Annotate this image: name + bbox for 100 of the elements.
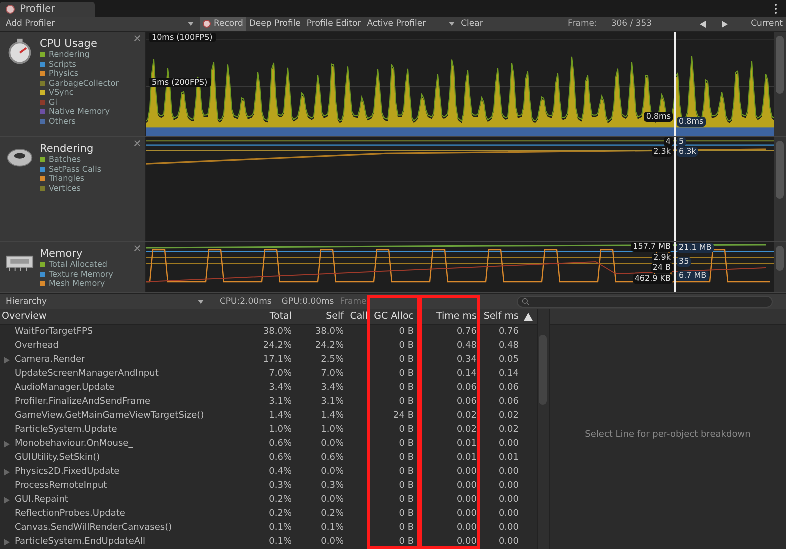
table-cell-text: 0.00 xyxy=(498,537,519,547)
detail-message: Select Line for per-object breakdown xyxy=(584,430,752,440)
function-name-cell[interactable]: ProcessRemoteInput xyxy=(0,481,245,491)
function-name-cell[interactable]: Camera.Render xyxy=(0,355,245,365)
expand-arrow-icon[interactable] xyxy=(4,496,10,504)
function-name-cell[interactable]: AudioManager.Update xyxy=(0,383,245,393)
search-field[interactable] xyxy=(516,296,773,308)
graph-readout: 2.3k xyxy=(652,147,673,157)
toolbar-button[interactable]: Deep Profile xyxy=(246,17,304,31)
scrollbar[interactable] xyxy=(774,32,786,136)
table-cell-text: 0.00 xyxy=(498,481,519,491)
function-name-cell[interactable]: WaitForTargetFPS xyxy=(0,327,245,337)
table-cell-text: 0.6% xyxy=(268,453,292,463)
table-cell-text: 0.0% xyxy=(320,495,344,505)
toolbar-button[interactable]: Profile Editor xyxy=(304,17,364,31)
table-cell-text: 0.1% xyxy=(268,523,292,533)
table-cell-text: 1.0% xyxy=(320,425,344,435)
sort-arrow-icon[interactable] xyxy=(524,312,533,320)
expand-arrow-icon[interactable] xyxy=(4,356,10,364)
table-cell-text: 0 B xyxy=(398,327,415,337)
table-cell-text: 1.0% xyxy=(268,425,292,435)
toolbar-button[interactable]: Clear xyxy=(458,17,486,31)
function-name-cell[interactable]: ParticleSystem.EndUpdateAll xyxy=(0,537,245,547)
graph-readout: 4 xyxy=(664,137,673,147)
legend-label: Gi xyxy=(49,98,58,107)
function-name-cell[interactable]: Profiler.FinalizeAndSendFrame xyxy=(0,397,245,407)
caret-icon xyxy=(188,22,194,26)
module-panel[interactable]: CPU Usage Rendering Scripts Physics GarbageCollector VSync Gi Native Memory Others xyxy=(0,32,146,136)
table-cell-text: 24 B xyxy=(392,411,415,421)
legend-label: Triangles xyxy=(49,174,85,184)
column-header[interactable]: Time ms xyxy=(419,311,477,322)
hierarchy-dropdown[interactable]: Hierarchy xyxy=(0,296,210,306)
column-header[interactable]: Total xyxy=(245,311,292,322)
legend-label: Vertices xyxy=(49,184,81,193)
function-name-cell[interactable]: Physics2D.FixedUpdate xyxy=(0,467,245,477)
table-cell-text: 0.1% xyxy=(268,537,292,547)
add-profiler-dropdown[interactable]: Add Profiler xyxy=(0,19,200,29)
frame-counter: 306 / 353 xyxy=(611,19,652,29)
table-cell-text: 0.02 xyxy=(456,411,477,421)
graph-readout: 2.9k xyxy=(652,252,673,262)
function-name-cell[interactable]: GUIUtility.SetSkin() xyxy=(0,453,245,463)
function-name-cell[interactable]: UpdateScreenManagerAndInput xyxy=(0,369,245,379)
table-cell-text: 38.0% xyxy=(314,327,344,337)
next-frame-icon[interactable] xyxy=(722,20,728,28)
table-cell-text: 0.2% xyxy=(320,509,344,519)
table-cell-text: 0.00 xyxy=(456,495,477,505)
close-icon[interactable] xyxy=(134,35,141,42)
function-name-cell[interactable]: Monobehaviour.OnMouse_ xyxy=(0,439,245,449)
scrollbar[interactable] xyxy=(774,137,786,241)
column-header[interactable]: Self ms xyxy=(477,311,519,322)
expand-arrow-icon[interactable] xyxy=(4,440,10,448)
column-header[interactable]: Self xyxy=(292,311,344,322)
column-header[interactable]: Call xyxy=(344,311,368,322)
table-cell-text: 3.1% xyxy=(320,397,344,407)
caret-icon xyxy=(449,22,456,26)
function-name-cell[interactable]: ParticleSystem.Update xyxy=(0,425,245,435)
window-menu-icon[interactable] xyxy=(774,3,778,15)
legend-label: Native Memory xyxy=(49,107,110,116)
module-panel[interactable]: Memory Total Allocated Texture Memory Mesh Memory xyxy=(0,242,146,292)
module-panel[interactable]: Rendering Batches SetPass Calls Triangles Vertices xyxy=(0,137,146,241)
legend-label: Others xyxy=(49,116,76,126)
table-cell-text: 7.0% xyxy=(268,369,292,379)
table-cell-text: 0.00 xyxy=(456,509,477,519)
graph-readout: 21.1 MB xyxy=(677,243,714,253)
function-name-cell[interactable]: GameView.GetMainGameViewTargetSize() xyxy=(0,411,245,421)
legend-label: SetPass Calls xyxy=(49,164,102,174)
legend-label: Total Allocated xyxy=(49,260,108,270)
legend-label: Batches xyxy=(49,155,82,164)
expand-arrow-icon[interactable] xyxy=(4,538,10,546)
legend-label: VSync xyxy=(49,88,74,98)
table-cell-text: 3.1% xyxy=(268,397,292,407)
column-header[interactable]: GC Alloc xyxy=(368,311,419,322)
function-name-cell[interactable]: Canvas.SendWillRenderCanvases() xyxy=(0,523,245,533)
close-icon[interactable] xyxy=(134,140,141,147)
table-cell-text: 7.0% xyxy=(320,369,344,379)
graph-readout: 6.7 MB xyxy=(677,271,709,281)
table-cell-text: 0.02 xyxy=(498,425,519,435)
table-cell-text: 0.76 xyxy=(498,327,519,337)
table-cell-text: 0.14 xyxy=(498,369,519,379)
function-name-cell[interactable]: GUI.Repaint xyxy=(0,495,245,505)
close-icon[interactable] xyxy=(134,245,141,252)
function-name-cell[interactable]: ReflectionProbes.Update xyxy=(0,509,245,519)
expand-arrow-icon[interactable] xyxy=(4,468,10,476)
column-header[interactable]: Overview xyxy=(0,311,245,322)
function-name-cell[interactable]: Overhead xyxy=(0,341,245,351)
table-cell-text: 0 B xyxy=(398,439,415,449)
table-cell-text: 0.02 xyxy=(456,425,477,435)
scrollbar[interactable] xyxy=(774,242,786,292)
record-button[interactable]: Record xyxy=(200,17,246,31)
table-cell-text: 0 B xyxy=(398,341,415,351)
current-frame-button[interactable]: Current xyxy=(748,17,786,31)
table-cell-text: 0 B xyxy=(398,467,415,477)
active-profiler-dropdown[interactable]: Active Profiler xyxy=(364,17,458,31)
window-tab[interactable]: Profiler xyxy=(0,2,96,17)
scrollbar[interactable] xyxy=(537,309,549,549)
gridline-label: 5ms (200FPS) xyxy=(149,78,211,87)
table-cell-text: 0.02 xyxy=(498,411,519,421)
table-cell-text: 0 B xyxy=(398,537,415,547)
table-cell-text: 0 B xyxy=(398,523,415,533)
previous-frame-icon[interactable] xyxy=(700,20,706,28)
